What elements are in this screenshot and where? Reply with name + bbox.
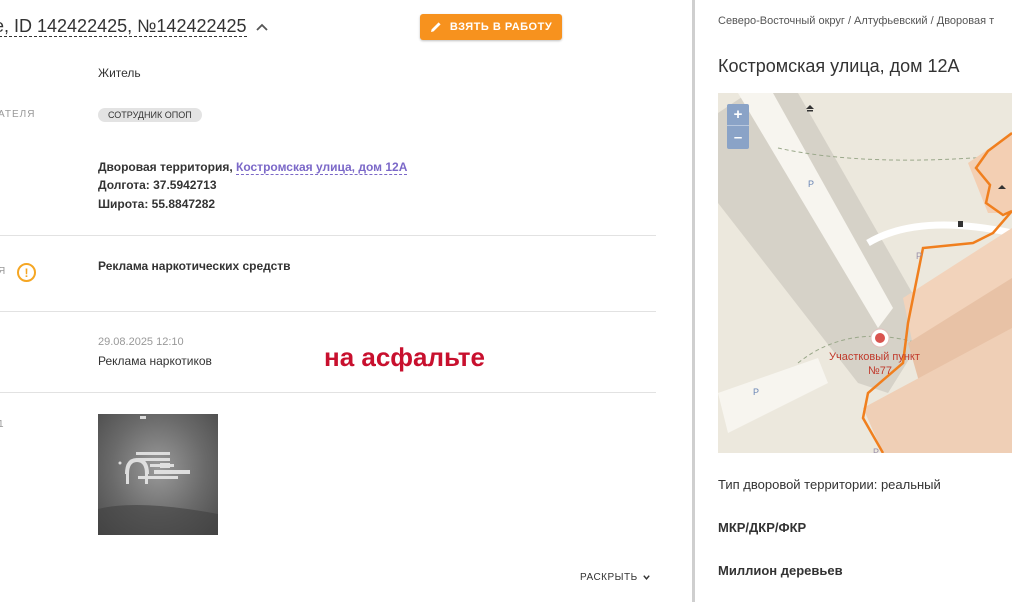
role-chip: СОТРУДНИК ОПОП	[98, 108, 202, 122]
location-link[interactable]: Костромская улица, дом 12А	[236, 160, 408, 175]
program-trees: Миллион деревьев	[718, 563, 843, 578]
warning-icon: !	[17, 263, 36, 282]
territory-type: Тип дворовой территории: реальный	[718, 477, 941, 492]
role-label: АТЕЛЯ	[0, 109, 36, 120]
expand-button[interactable]: РАСКРЫТЬ	[580, 572, 651, 583]
map-canvas: P P P P	[718, 93, 1012, 453]
author-value: Житель	[98, 66, 141, 80]
territory-address: Костромская улица, дом 12А	[718, 56, 960, 76]
parking-icon: P	[753, 387, 759, 397]
parking-icon: P	[808, 179, 814, 189]
chevron-down-icon	[642, 575, 650, 580]
parking-icon: P	[873, 447, 879, 453]
latitude-value: Широта: 55.8847282	[98, 197, 216, 211]
photo-label: 1	[0, 419, 5, 430]
location-line: Дворовая территория, Костромская улица, …	[98, 160, 408, 175]
map-poi-label: Участковый пункт	[829, 351, 920, 363]
longitude-value: Долгота: 37.5942713	[98, 178, 217, 192]
map-poi-number: №77	[868, 365, 893, 377]
parking-icon: P	[916, 251, 922, 261]
category-value: Реклама наркотических средств	[98, 259, 291, 273]
attached-photo[interactable]	[98, 414, 218, 535]
category-label: Я	[0, 266, 7, 277]
pencil-icon	[430, 22, 441, 32]
take-to-work-label: ВЗЯТЬ В РАБОТУ	[449, 21, 553, 33]
breadcrumb: Северо-Восточный округ / Алтуфьевский / …	[718, 15, 995, 27]
appeal-details-pane: e, ID 142422425, №142422425 ВЗЯТЬ В РАБО…	[0, 0, 692, 602]
comment-text: Реклама наркотиков	[98, 354, 212, 368]
zoom-out-button[interactable]: –	[727, 126, 749, 148]
territory-pane: Северо-Восточный округ / Алтуфьевский / …	[695, 0, 1012, 602]
overlay-note: на асфальте	[324, 342, 485, 372]
chevron-up-icon[interactable]	[255, 20, 269, 34]
territory-map[interactable]: P P P P Участковый пункт №77 + –	[718, 93, 1012, 453]
appeal-title[interactable]: e, ID 142422425, №142422425	[0, 16, 269, 37]
stencil-graffiti-image	[98, 416, 218, 535]
comment-date: 29.08.2025 12:10	[98, 336, 184, 348]
map-zoom-control: + –	[727, 104, 749, 149]
zoom-in-button[interactable]: +	[727, 104, 749, 126]
location-prefix: Дворовая территория,	[98, 160, 233, 174]
expand-label: РАСКРЫТЬ	[580, 572, 638, 583]
divider	[0, 235, 656, 236]
program-mkr: МКР/ДКР/ФКР	[718, 520, 807, 535]
divider	[0, 311, 656, 312]
take-to-work-button[interactable]: ВЗЯТЬ В РАБОТУ	[420, 14, 562, 40]
divider	[0, 392, 656, 393]
appeal-title-text[interactable]: e, ID 142422425, №142422425	[0, 16, 247, 37]
